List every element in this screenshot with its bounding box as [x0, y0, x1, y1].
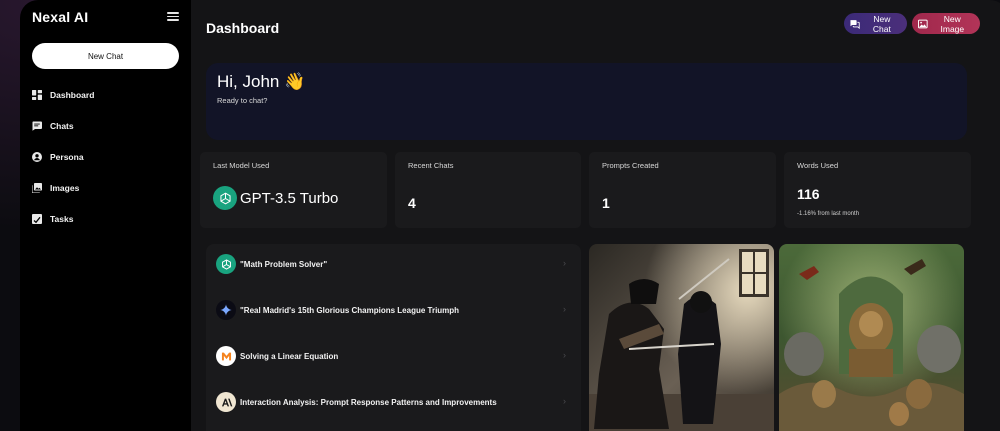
gemini-icon	[216, 300, 236, 320]
brand-logo: Nexal AI	[32, 8, 89, 25]
stat-card-last-model: Last Model Used GPT-3.5 Turbo	[200, 152, 387, 228]
chat-bubbles-icon	[850, 19, 860, 29]
anthropic-icon	[216, 392, 236, 412]
openai-icon	[216, 254, 236, 274]
hamburger-menu-icon[interactable]	[167, 12, 179, 21]
stat-title: Recent Chats	[408, 161, 454, 170]
sidebar: Nexal AI New Chat Dashboard Chats Person…	[20, 0, 191, 431]
new-image-button[interactable]: New Image	[912, 13, 980, 34]
stat-value: 116	[797, 186, 820, 202]
stat-card-words-used: Words Used 116 -1.16% from last month	[784, 152, 971, 228]
sidebar-item-images[interactable]: Images	[32, 172, 179, 203]
mistral-icon	[216, 346, 236, 366]
header-actions: New Chat New Image	[844, 13, 980, 34]
page-title: Dashboard	[206, 20, 280, 36]
list-item[interactable]: Solving a Linear Equation ›	[216, 345, 566, 367]
sidebar-item-dashboard[interactable]: Dashboard	[32, 79, 179, 110]
stat-card-prompts-created: Prompts Created 1	[589, 152, 776, 228]
sidebar-item-label: Chats	[50, 120, 74, 131]
sidebar-header: Nexal AI	[32, 8, 179, 25]
last-model-value: GPT-3.5 Turbo	[240, 189, 339, 207]
greeting-title: Hi, John 👋	[217, 72, 306, 91]
chat-title: "Real Madrid's 15th Glorious Champions L…	[240, 305, 460, 315]
dashboard-icon	[32, 89, 42, 100]
tasks-icon	[32, 213, 42, 224]
list-item[interactable]: "Real Madrid's 15th Glorious Champions L…	[216, 299, 566, 321]
app-window: Nexal AI New Chat Dashboard Chats Person…	[20, 0, 1000, 431]
generated-image-samurai[interactable]	[589, 244, 774, 431]
sidebar-nav: Dashboard Chats Persona Images Tasks	[32, 79, 179, 234]
new-chat-button[interactable]: New Chat	[844, 13, 907, 34]
sidebar-item-label: Images	[50, 182, 80, 193]
greeting-subtitle: Ready to chat?	[217, 96, 268, 105]
image-icon	[918, 19, 928, 28]
sidebar-item-label: Tasks	[50, 213, 74, 224]
main-content: Dashboard New Chat New Image Hi, John 👋 …	[191, 0, 1000, 431]
list-item[interactable]: "Math Problem Solver" ›	[216, 253, 566, 275]
generated-image-jungle-lion[interactable]	[779, 244, 964, 431]
stat-card-recent-chats: Recent Chats 4	[395, 152, 581, 228]
new-image-label: New Image	[940, 13, 965, 34]
sidebar-item-label: Dashboard	[50, 89, 95, 100]
chevron-right-icon: ›	[563, 350, 566, 360]
openai-icon	[213, 186, 237, 210]
sidebar-item-persona[interactable]: Persona	[32, 141, 179, 172]
greeting-card: Hi, John 👋 Ready to chat?	[206, 63, 967, 140]
model-row: GPT-3.5 Turbo	[213, 186, 338, 210]
stat-title: Last Model Used	[213, 161, 270, 170]
images-icon	[32, 182, 42, 193]
chevron-right-icon: ›	[563, 304, 566, 314]
sidebar-item-label: Persona	[50, 151, 84, 162]
chevron-right-icon: ›	[563, 396, 566, 406]
recent-chats-list: "Math Problem Solver" › "Real Madrid's 1…	[206, 244, 581, 431]
chat-title: Interaction Analysis: Prompt Response Pa…	[240, 397, 497, 407]
chevron-right-icon: ›	[563, 258, 566, 268]
new-chat-label: New Chat	[872, 13, 891, 34]
sidebar-item-chats[interactable]: Chats	[32, 110, 179, 141]
chat-title: "Math Problem Solver"	[240, 259, 328, 269]
sidebar-new-chat-button[interactable]: New Chat	[32, 43, 179, 69]
stat-change: -1.16% from last month	[797, 211, 860, 217]
list-item[interactable]: Interaction Analysis: Prompt Response Pa…	[216, 391, 566, 413]
chat-title: Solving a Linear Equation	[240, 351, 339, 361]
stat-value: 1	[602, 195, 610, 211]
persona-icon	[32, 151, 42, 162]
chat-icon	[32, 121, 42, 131]
stat-title: Words Used	[797, 161, 839, 170]
sidebar-item-tasks[interactable]: Tasks	[32, 203, 179, 234]
stat-value: 4	[408, 195, 416, 211]
stat-title: Prompts Created	[602, 161, 659, 170]
